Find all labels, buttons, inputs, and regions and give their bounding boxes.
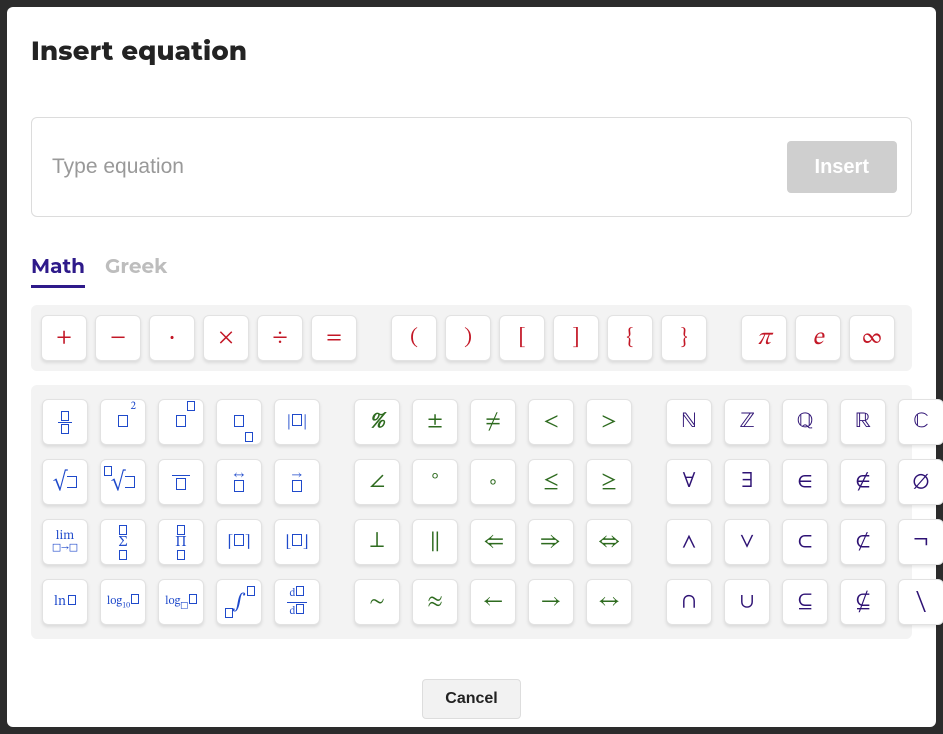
equation-input[interactable] [52, 155, 787, 179]
key-ceil[interactable]: ⌈⌉ [216, 519, 262, 565]
spacer [365, 338, 383, 339]
key-exists[interactable]: ∃ [724, 459, 770, 505]
key-plusminus[interactable]: ± [412, 399, 458, 445]
key-integral[interactable]: ∫ [216, 579, 262, 625]
key-pi[interactable]: π [741, 315, 787, 361]
key-infinity[interactable]: ∞ [849, 315, 895, 361]
key-subscript[interactable] [216, 399, 262, 445]
key-abs[interactable]: || [274, 399, 320, 445]
key-sim[interactable]: ∼ [354, 579, 400, 625]
key-rparen[interactable]: ) [445, 315, 491, 361]
key-emptyset[interactable]: ∅ [898, 459, 943, 505]
key-square[interactable]: 2 [100, 399, 146, 445]
key-lbrace[interactable]: { [607, 315, 653, 361]
key-fraction[interactable] [42, 399, 88, 445]
operators-panel: + − · × ÷ = ( ) [ ] { } π e ∞ [31, 305, 912, 371]
key-perp[interactable]: ⊥ [354, 519, 400, 565]
key-sqrt[interactable]: √ [42, 459, 88, 505]
key-lt[interactable]: < [528, 399, 574, 445]
key-le[interactable]: ≤ [528, 459, 574, 505]
key-naturals[interactable]: ℕ [666, 399, 712, 445]
key-nsubset[interactable]: ⊄ [840, 519, 886, 565]
key-rationals[interactable]: ℚ [782, 399, 828, 445]
key-logn[interactable]: log□ [158, 579, 204, 625]
key-forall[interactable]: ∀ [666, 459, 712, 505]
insert-equation-dialog: Insert equation Insert Math Greek + − · … [7, 7, 936, 727]
key-element[interactable]: ∈ [782, 459, 828, 505]
key-cdot[interactable]: · [149, 315, 195, 361]
key-not[interactable]: ¬ [898, 519, 943, 565]
key-and[interactable]: ∧ [666, 519, 712, 565]
key-angle[interactable]: ∠ [354, 459, 400, 505]
symbol-tabs: Math Greek [31, 255, 912, 289]
key-times[interactable]: × [203, 315, 249, 361]
spacer [715, 338, 733, 339]
key-or[interactable]: ∨ [724, 519, 770, 565]
key-approx[interactable]: ≈ [412, 579, 458, 625]
key-nsubseteq[interactable]: ⊈ [840, 579, 886, 625]
key-leftarrow[interactable]: ← [470, 579, 516, 625]
key-ln[interactable]: ln [42, 579, 88, 625]
tab-greek[interactable]: Greek [105, 255, 167, 288]
key-e[interactable]: e [795, 315, 841, 361]
insert-button[interactable]: Insert [787, 141, 897, 193]
key-rightarrow[interactable]: → [528, 579, 574, 625]
key-derivative[interactable]: dd [274, 579, 320, 625]
key-intersect[interactable]: ∩ [666, 579, 712, 625]
key-gt[interactable]: > [586, 399, 632, 445]
key-lbracket[interactable]: [ [499, 315, 545, 361]
key-subset[interactable]: ⊂ [782, 519, 828, 565]
dialog-title: Insert equation [31, 35, 912, 67]
key-equals[interactable]: = [311, 315, 357, 361]
key-limit[interactable]: lim□→□ [42, 519, 88, 565]
key-compose[interactable]: ∘ [470, 459, 516, 505]
key-lparen[interactable]: ( [391, 315, 437, 361]
tab-math[interactable]: Math [31, 255, 85, 288]
key-subseteq[interactable]: ⊆ [782, 579, 828, 625]
key-neq[interactable]: ≠ [470, 399, 516, 445]
key-overline[interactable] [158, 459, 204, 505]
key-product[interactable]: Π [158, 519, 204, 565]
key-parallel[interactable]: ∥ [412, 519, 458, 565]
key-log10[interactable]: log10 [100, 579, 146, 625]
symbols-panel: 2 || % ± ≠ < > ℕ ℤ ℚ ℝ ℂ [31, 385, 912, 639]
key-over-leftrightarrow[interactable]: ↔ [216, 459, 262, 505]
key-implies-left[interactable]: ⇐ [470, 519, 516, 565]
key-sum[interactable]: Σ [100, 519, 146, 565]
key-complex[interactable]: ℂ [898, 399, 943, 445]
cancel-button[interactable]: Cancel [422, 679, 520, 719]
key-floor[interactable]: ⌊⌋ [274, 519, 320, 565]
key-minus[interactable]: − [95, 315, 141, 361]
key-rbrace[interactable]: } [661, 315, 707, 361]
key-leftrightarrow[interactable]: ↔ [586, 579, 632, 625]
equation-input-row: Insert [31, 117, 912, 217]
key-reals[interactable]: ℝ [840, 399, 886, 445]
key-percent[interactable]: % [354, 399, 400, 445]
key-degree[interactable]: ° [412, 459, 458, 505]
key-divide[interactable]: ÷ [257, 315, 303, 361]
key-union[interactable]: ∪ [724, 579, 770, 625]
key-iff[interactable]: ⇔ [586, 519, 632, 565]
key-rbracket[interactable]: ] [553, 315, 599, 361]
dialog-actions: Cancel [31, 679, 912, 719]
key-integers[interactable]: ℤ [724, 399, 770, 445]
key-power[interactable] [158, 399, 204, 445]
key-implies-right[interactable]: ⇒ [528, 519, 574, 565]
key-setminus[interactable]: ∖ [898, 579, 943, 625]
key-nthroot[interactable]: √ [100, 459, 146, 505]
key-ge[interactable]: ≥ [586, 459, 632, 505]
key-notelement[interactable]: ∉ [840, 459, 886, 505]
key-plus[interactable]: + [41, 315, 87, 361]
key-over-rightarrow[interactable]: → [274, 459, 320, 505]
